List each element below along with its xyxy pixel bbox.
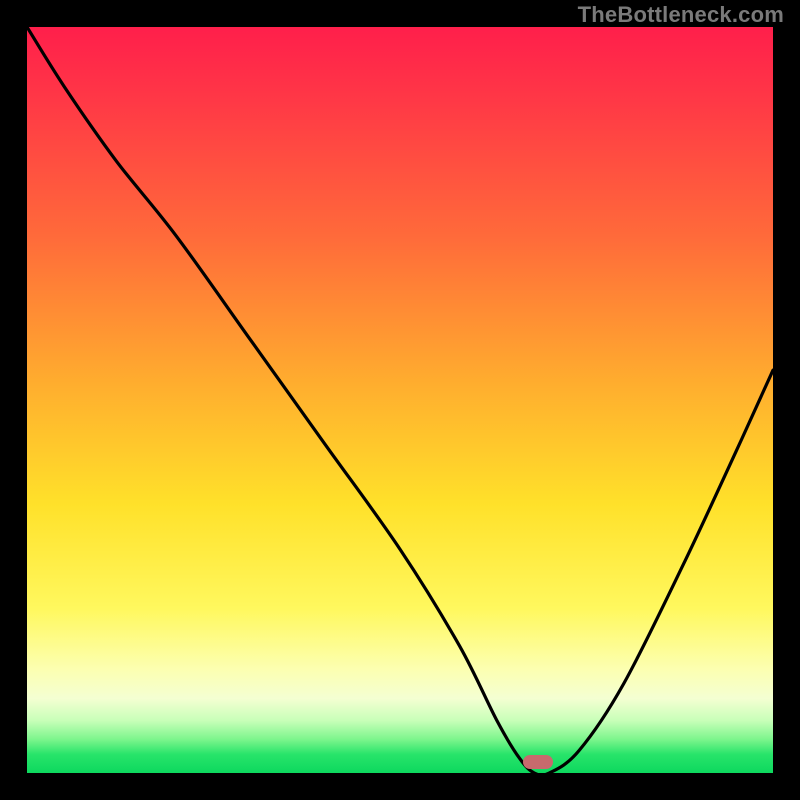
- chart-frame: TheBottleneck.com: [0, 0, 800, 800]
- bottleneck-curve: [27, 27, 773, 773]
- optimal-point-marker: [523, 755, 553, 769]
- curve-path: [27, 27, 773, 773]
- watermark-label: TheBottleneck.com: [578, 2, 784, 28]
- plot-area: [27, 27, 773, 773]
